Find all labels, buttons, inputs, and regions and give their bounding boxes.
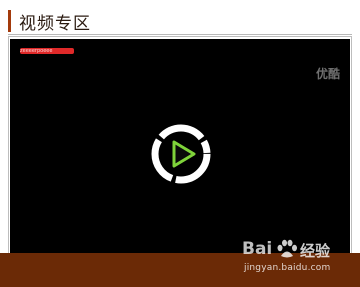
- play-button[interactable]: [149, 122, 213, 186]
- site-url: jingyan.baidu.com: [244, 263, 331, 273]
- play-icon: [172, 140, 196, 168]
- section-header: 视频专区: [8, 8, 352, 34]
- video-title: zeeeerpoeee: [20, 48, 74, 54]
- header-accent-bar: [8, 10, 11, 32]
- section-title: 视频专区: [19, 13, 91, 34]
- baidu-wordmark: Bai: [242, 239, 273, 259]
- baidu-jingyan-watermark: Bai 经验 jingyan.baidu.com: [242, 237, 352, 277]
- provider-watermark: 优酷: [315, 67, 340, 81]
- header-divider: [8, 34, 352, 35]
- paw-icon: [277, 239, 297, 258]
- video-player[interactable]: zeeeerpoeee 优酷: [10, 39, 350, 254]
- jingyan-wordmark: 经验: [300, 242, 331, 260]
